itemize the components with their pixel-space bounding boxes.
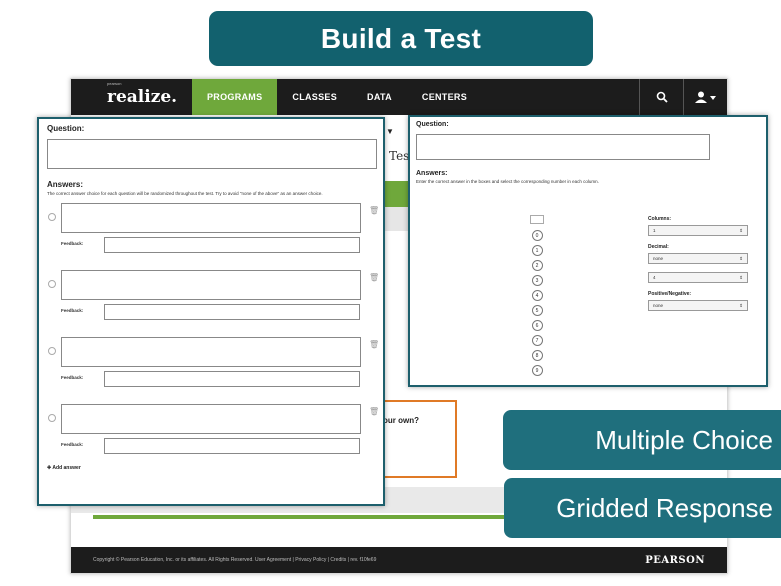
multiple-choice-button[interactable]: Multiple Choice (503, 410, 781, 470)
posneg-label: Positive/Negative: (648, 291, 692, 297)
select-arrow-icon: ⇕ (739, 302, 743, 308)
answer-input[interactable] (61, 404, 361, 434)
columns-label: Columns: (648, 216, 672, 222)
background-test-text: Tes (389, 149, 410, 163)
decimal-select[interactable]: none ⇕ (648, 253, 748, 264)
answer-radio[interactable] (48, 347, 56, 355)
gr-answers-label: Answers: (416, 170, 448, 177)
feedback-input[interactable] (104, 438, 360, 454)
answers-label: Answers: (47, 180, 84, 189)
title-banner: Build a Test (209, 11, 593, 66)
posneg-value: none (653, 303, 664, 308)
footer: Copyright © Pearson Education, Inc. or i… (71, 547, 727, 573)
digit-bubble[interactable]: 8 (531, 350, 543, 361)
nav-centers[interactable]: CENTERS (407, 79, 482, 115)
gr-settings: Columns: 1 ⇕ Decimal: none ⇕ 4 ⇕ Positive/N… (648, 212, 752, 311)
trash-icon[interactable]: 🗑 (369, 273, 379, 282)
answers-instructions: The correct answer choice for each quest… (47, 191, 323, 196)
digit-bubble[interactable]: 3 (531, 275, 543, 286)
question-input[interactable] (47, 139, 377, 169)
gridded-response-panel: Question: Answers: Enter the correct ans… (408, 115, 768, 387)
digit-bubble[interactable]: 7 (531, 335, 543, 346)
top-navigation: pearson realize. PROGRAMS CLASSES DATA C… (71, 79, 727, 115)
realize-logo: pearson realize. (107, 81, 192, 107)
feedback-input[interactable] (104, 237, 360, 253)
footer-brand: PEARSON (645, 554, 705, 566)
nav-right (639, 79, 727, 115)
user-dropdown-icon[interactable] (683, 79, 727, 115)
digit-bubble[interactable]: 5 (531, 305, 543, 316)
create-own-text: our own? (383, 416, 419, 425)
answer-input[interactable] (61, 203, 361, 233)
answer-input[interactable] (61, 337, 361, 367)
feedback-label: Feedback: (61, 442, 84, 447)
posneg-select[interactable]: none ⇕ (648, 300, 748, 311)
answer-radio[interactable] (48, 213, 56, 221)
gr-question-input[interactable] (416, 134, 710, 160)
columns-select[interactable]: 1 ⇕ (648, 225, 748, 236)
digit-bubble[interactable]: 9 (531, 365, 543, 376)
digit-bubble[interactable]: 2 (531, 260, 543, 271)
gridded-response-button[interactable]: Gridded Response (504, 478, 781, 538)
slide: Build a Test pearson realize. PROGRAMS C… (0, 0, 781, 586)
digit-bubble[interactable]: 0 (531, 230, 543, 241)
logo-small-text: pearson (107, 81, 122, 86)
feedback-label: Feedback: (61, 375, 84, 380)
columns-value: 1 (653, 228, 656, 233)
search-icon[interactable] (639, 79, 683, 115)
answer-input[interactable] (61, 270, 361, 300)
answer-row: 🗑 Feedback: (47, 404, 379, 471)
gr-instructions: Enter the correct answer in the boxes an… (416, 179, 599, 184)
multiple-choice-panel: Question: Answers: The correct answer ch… (37, 117, 385, 506)
digit-entry-box[interactable] (530, 215, 544, 224)
decimal-position-value: 4 (653, 275, 656, 280)
digit-bubble[interactable]: 1 (531, 245, 543, 256)
feedback-label: Feedback: (61, 241, 84, 246)
nav-programs[interactable]: PROGRAMS (192, 79, 278, 115)
select-arrow-icon: ⇕ (739, 274, 743, 280)
trash-icon[interactable]: 🗑 (369, 407, 379, 416)
answers-list: 🗑 Feedback: 🗑 Feedback: 🗑 Feedback: 🗑 Feedback: (47, 203, 379, 471)
answer-row: 🗑 Feedback: (47, 270, 379, 337)
gr-question-label: Question: (416, 121, 449, 128)
nav-classes[interactable]: CLASSES (277, 79, 352, 115)
answer-radio[interactable] (48, 280, 56, 288)
feedback-label: Feedback: (61, 308, 84, 313)
decimal-position-select[interactable]: 4 ⇕ (648, 272, 748, 283)
feedback-input[interactable] (104, 371, 360, 387)
logo-text: realize. (107, 87, 178, 107)
decimal-value: none (653, 256, 664, 261)
nav-data[interactable]: DATA (352, 79, 407, 115)
digit-bubble[interactable]: 6 (531, 320, 543, 331)
feedback-input[interactable] (104, 304, 360, 320)
caret-down-icon: ▼ (386, 127, 394, 136)
decimal-label: Decimal: (648, 244, 669, 250)
select-arrow-icon: ⇕ (739, 227, 743, 233)
digit-bubble[interactable]: 4 (531, 290, 543, 301)
answer-row: 🗑 Feedback: (47, 337, 379, 404)
digit-column: 0 1 2 3 4 5 6 7 8 9 (528, 215, 546, 380)
trash-icon[interactable]: 🗑 (369, 340, 379, 349)
answer-row: 🗑 Feedback: (47, 203, 379, 270)
question-label: Question: (47, 124, 85, 133)
footer-copyright: Copyright © Pearson Education, Inc. or i… (93, 557, 377, 563)
trash-icon[interactable]: 🗑 (369, 206, 379, 215)
answer-radio[interactable] (48, 414, 56, 422)
select-arrow-icon: ⇕ (739, 255, 743, 261)
